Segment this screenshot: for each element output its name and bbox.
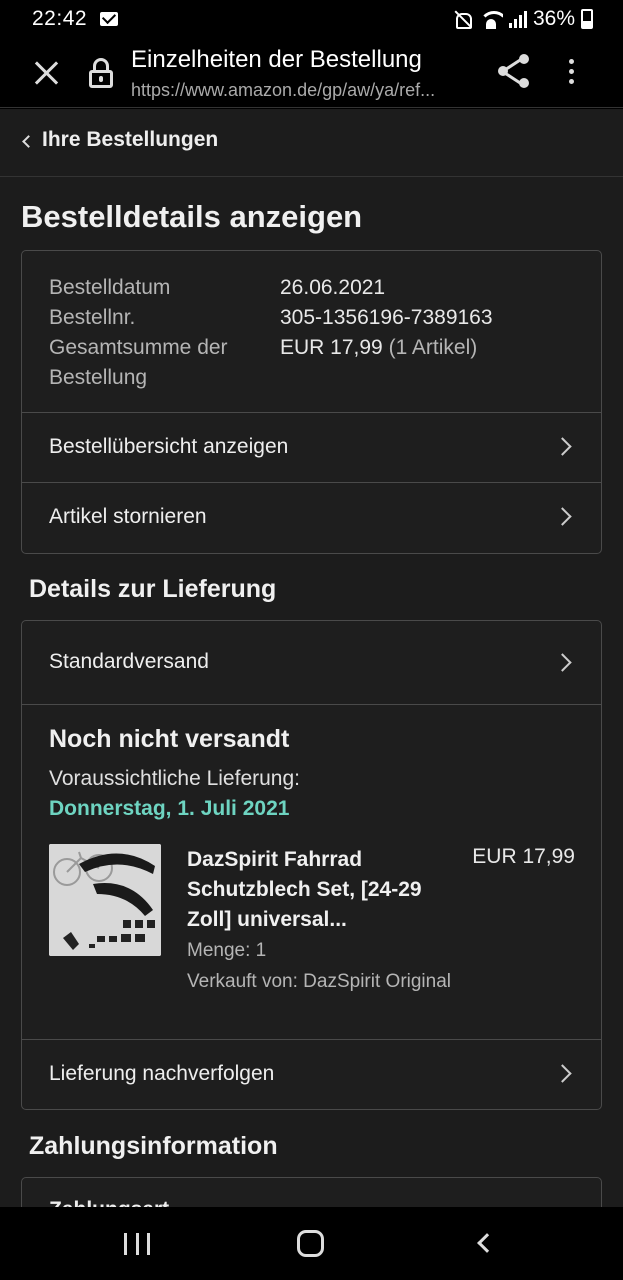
order-summary-label: Bestellübersicht anzeigen [49, 435, 289, 458]
order-summary-link[interactable]: Bestellübersicht anzeigen [22, 412, 601, 482]
order-date-value: 26.06.2021 [280, 276, 386, 299]
product-seller: Verkauft von: DazSpirit Original [187, 971, 452, 992]
order-date-row: Bestelldatum 26.06.2021 [49, 273, 601, 303]
order-number-value: 305-1356196-7389163 [280, 306, 493, 329]
wifi-icon [478, 9, 503, 29]
chevron-right-icon [553, 437, 572, 456]
order-number-row: Bestellnr. 305-1356196-7389163 [49, 303, 601, 333]
eta-date: Donnerstag, 1. Juli 2021 [49, 797, 290, 820]
close-icon[interactable] [32, 58, 62, 88]
order-meta: Bestelldatum 26.06.2021 Bestellnr. 305-1… [22, 251, 601, 393]
payment-section-title: Zahlungsinformation [29, 1132, 278, 1160]
breadcrumb-link[interactable]: Ihre Bestellungen [42, 128, 218, 152]
product-title[interactable]: DazSpirit Fahrrad Schutzblech Set, [24-2… [187, 845, 447, 935]
track-delivery-link[interactable]: Lieferung nachverfolgen [22, 1039, 601, 1109]
status-icons: 36% [453, 7, 593, 31]
status-time: 22:42 [32, 7, 88, 30]
page-title: Bestelldetails anzeigen [21, 199, 363, 234]
browser-toolbar: Einzelheiten der Bestellung https://www.… [0, 38, 623, 108]
browser-title: Einzelheiten der Bestellung [131, 46, 422, 73]
shipping-method-label: Standardversand [49, 650, 209, 673]
back-icon[interactable] [477, 1233, 497, 1253]
mute-icon [453, 9, 473, 29]
cancel-items-label: Artikel stornieren [49, 505, 207, 528]
lock-icon[interactable] [88, 58, 114, 88]
order-total-amount: EUR 17,99 [280, 336, 383, 359]
order-total-label: Gesamtsumme der Bestellung [49, 336, 228, 389]
chevron-left-icon [22, 135, 35, 148]
payment-card[interactable]: Zahlungsart [21, 1177, 602, 1207]
divider [22, 704, 601, 705]
chevron-right-icon [553, 1064, 572, 1083]
product-quantity: Menge: 1 [187, 940, 267, 961]
chevron-right-icon [553, 653, 572, 672]
page-content: Ihre Bestellungen Bestelldetails anzeige… [0, 109, 623, 1207]
system-navigation-bar [0, 1207, 623, 1280]
shipping-method-link[interactable]: Standardversand [22, 621, 601, 704]
battery-percent: 36% [532, 7, 575, 30]
eta-label: Voraussichtliche Lieferung: [49, 767, 300, 790]
cancel-items-link[interactable]: Artikel stornieren [22, 482, 601, 552]
product-price: EUR 17,99 [472, 845, 575, 868]
more-icon[interactable] [569, 59, 579, 87]
order-total-value: EUR 17,99 (1 Artikel) [280, 333, 477, 393]
home-icon[interactable] [297, 1230, 324, 1257]
signal-icon [508, 10, 527, 28]
order-summary-card: Bestelldatum 26.06.2021 Bestellnr. 305-1… [21, 250, 602, 554]
recent-apps-icon[interactable] [124, 1233, 150, 1255]
order-date-label: Bestelldatum [49, 276, 171, 299]
mail-icon [100, 12, 118, 26]
order-number-label: Bestellnr. [49, 306, 136, 329]
share-icon[interactable] [498, 54, 530, 88]
track-delivery-label: Lieferung nachverfolgen [49, 1062, 275, 1085]
order-total-items: (1 Artikel) [388, 336, 478, 359]
status-bar: 22:42 36% [0, 0, 623, 38]
chevron-right-icon [553, 507, 572, 526]
breadcrumb[interactable]: Ihre Bestellungen [0, 109, 623, 177]
payment-method-label: Zahlungsart [49, 1198, 169, 1207]
battery-icon [581, 9, 593, 29]
delivery-card: Standardversand Noch nicht versandt Vora… [21, 620, 602, 1110]
shipping-status: Noch nicht versandt [49, 725, 290, 753]
delivery-section-title: Details zur Lieferung [29, 575, 277, 603]
product-image[interactable] [49, 844, 161, 956]
browser-url[interactable]: https://www.amazon.de/gp/aw/ya/ref... [131, 80, 435, 101]
order-total-row: Gesamtsumme der Bestellung EUR 17,99 (1 … [49, 333, 601, 393]
